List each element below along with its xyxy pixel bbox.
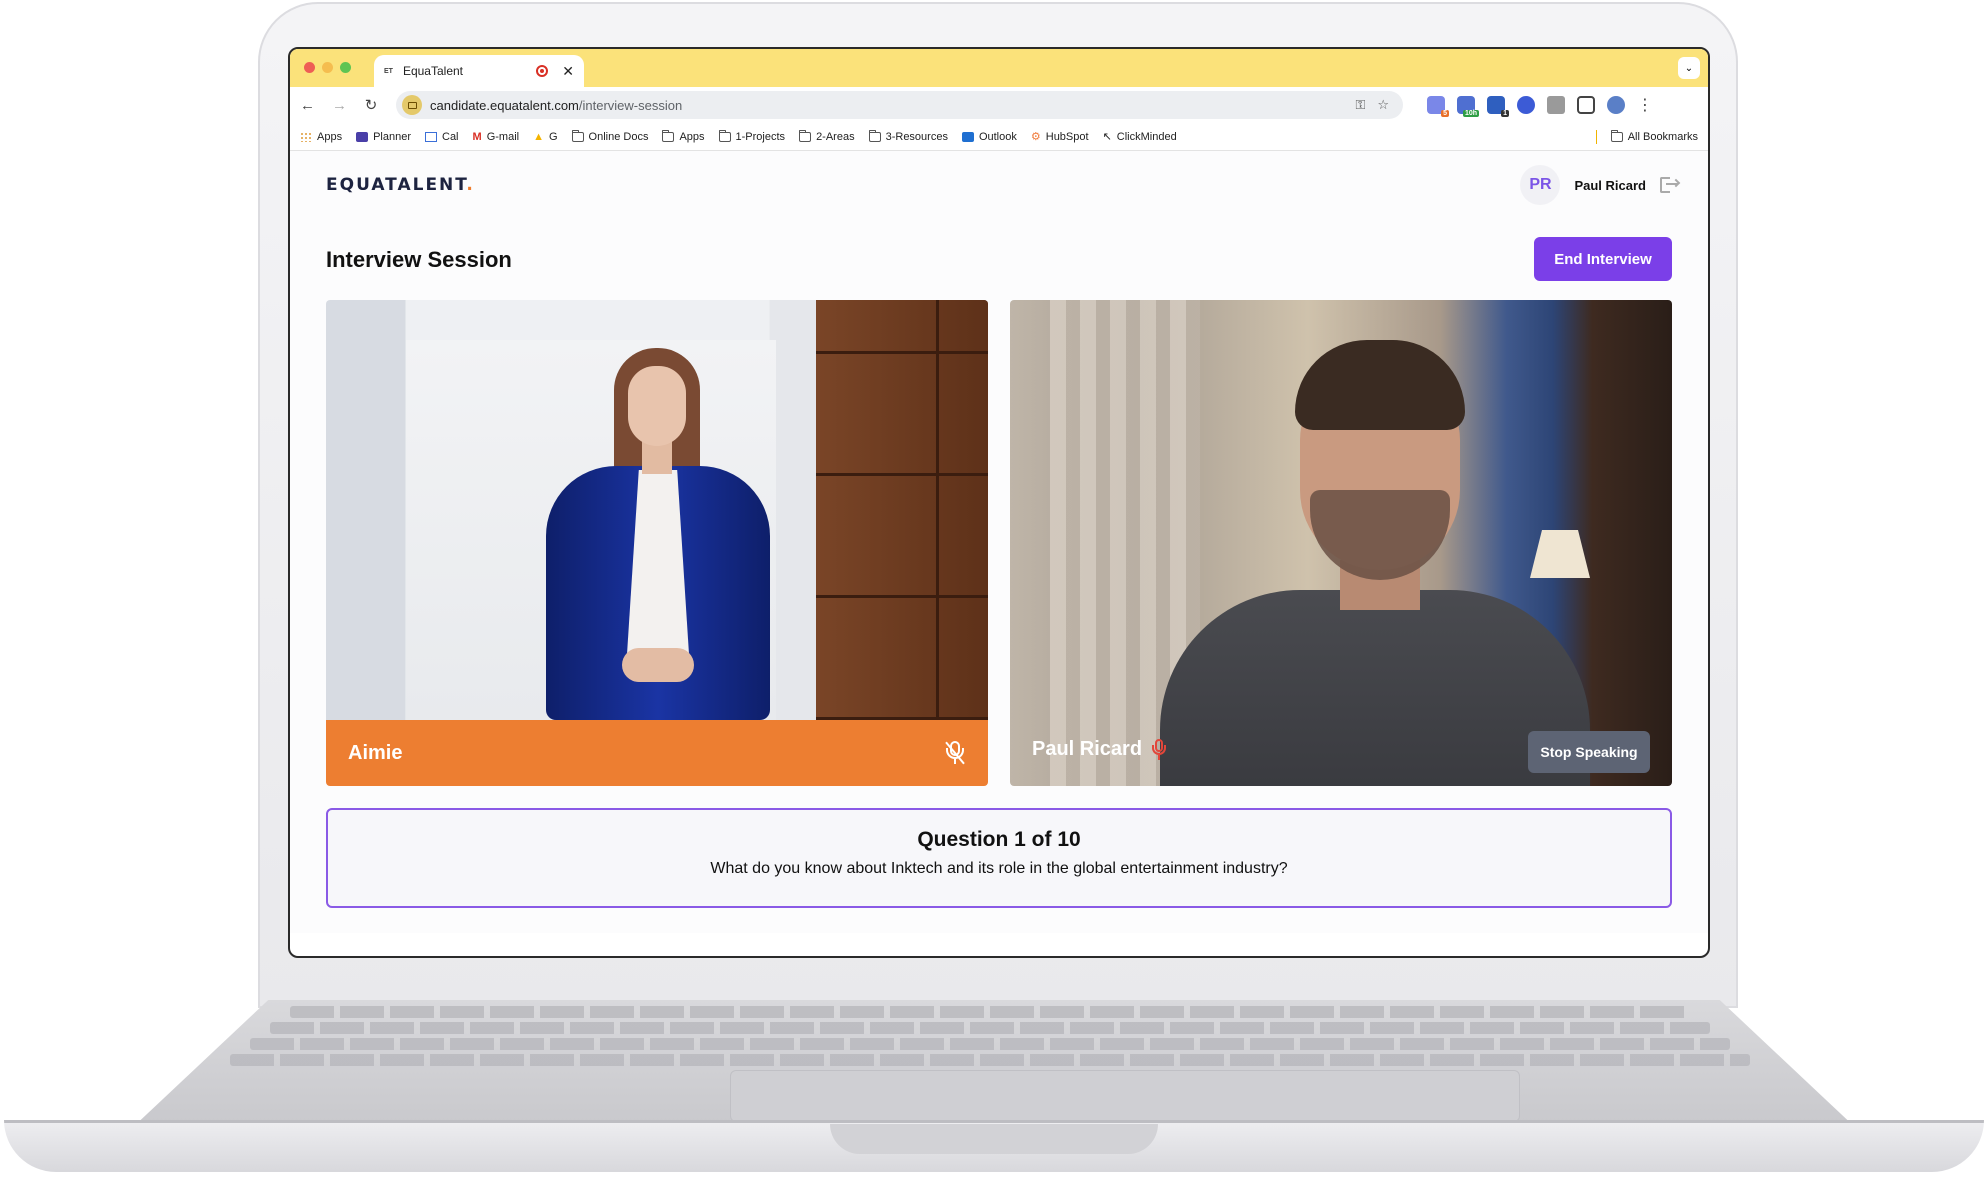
interviewer-name: Aimie: [348, 741, 403, 764]
logout-icon[interactable]: [1660, 177, 1681, 193]
stop-speaking-button[interactable]: Stop Speaking: [1528, 731, 1650, 773]
bookmark-areas[interactable]: 2-Areas: [799, 129, 855, 143]
bookmark-apps[interactable]: Apps: [300, 131, 342, 143]
url-domain: candidate.equatalent.com: [430, 97, 579, 113]
candidate-name: Paul Ricard: [1032, 738, 1143, 760]
extensions-area: 5 10h 1 ⋮: [1427, 95, 1653, 117]
microphone-muted-icon: [944, 741, 966, 765]
tab-strip: ET EquaTalent ✕ ⌄: [290, 49, 1708, 87]
question-text: What do you know about Inktech and its r…: [710, 860, 1288, 877]
address-bar[interactable]: candidate.equatalent.com/interview-sessi…: [396, 91, 1403, 119]
browser-window: ET EquaTalent ✕ ⌄ ← → ↻ candidate.equata…: [288, 47, 1710, 958]
interviewer-avatar-figure: [506, 348, 806, 720]
tab-search-button[interactable]: ⌄: [1678, 57, 1700, 79]
calendar-icon: [425, 131, 437, 142]
reload-icon[interactable]: ↻: [364, 96, 378, 114]
bookmark-projects[interactable]: 1-Projects: [718, 129, 785, 143]
candidate-figure: [1160, 340, 1590, 786]
camera-extension-icon[interactable]: [1547, 96, 1565, 114]
folder-icon: [799, 129, 812, 142]
folder-icon: [571, 129, 584, 142]
interview-app: EQUATALENT. PR Paul Ricard Interview Ses…: [290, 151, 1708, 933]
camera-in-use-icon[interactable]: [402, 95, 422, 115]
minimize-window-button[interactable]: [322, 62, 333, 73]
back-icon[interactable]: ←: [300, 97, 315, 114]
key-row: [230, 1054, 1750, 1066]
question-counter: Question 1 of 10: [917, 828, 1081, 851]
bookmark-hubspot[interactable]: ⚙ HubSpot: [1030, 130, 1089, 144]
extension-icon[interactable]: 5: [1427, 96, 1449, 117]
bookmark-resources[interactable]: 3-Resources: [868, 129, 948, 143]
grid-icon: [300, 131, 312, 142]
bookmark-apps-folder[interactable]: Apps: [662, 129, 705, 143]
page-title: Interview Session: [326, 247, 512, 272]
close-window-button[interactable]: [304, 62, 315, 73]
key-row: [290, 1006, 1690, 1018]
interviewer-video-tile: Aimie: [326, 300, 988, 786]
all-bookmarks[interactable]: All Bookmarks: [1610, 129, 1698, 143]
interviewer-name-bar: Aimie: [326, 720, 988, 786]
browser-tab[interactable]: ET EquaTalent ✕: [374, 55, 584, 87]
puzzle-icon[interactable]: [1577, 96, 1595, 114]
outlook-icon: [961, 131, 974, 142]
drive-icon: ▲: [533, 130, 544, 143]
profile-icon[interactable]: [1607, 96, 1625, 114]
recording-icon: [536, 65, 549, 77]
end-interview-button[interactable]: End Interview: [1534, 237, 1672, 281]
laptop-base: [0, 1000, 1988, 1180]
bookmarks-separator: [1595, 129, 1597, 144]
browser-toolbar: ← → ↻ candidate.equatalent.com/interview…: [290, 87, 1708, 123]
bookmark-planner[interactable]: Planner: [356, 131, 411, 143]
close-tab-icon[interactable]: ✕: [562, 63, 574, 80]
bookmark-outlook[interactable]: Outlook: [961, 131, 1017, 143]
extension-icon[interactable]: 1: [1487, 96, 1509, 117]
folder-icon: [1610, 129, 1623, 142]
gmail-icon: M: [472, 130, 482, 143]
candidate-label: Paul Ricard: [1032, 738, 1167, 761]
key-row: [270, 1022, 1710, 1034]
folder-icon: [868, 129, 881, 142]
kebab-menu-icon[interactable]: ⋮: [1637, 95, 1653, 115]
bookmark-clickminded[interactable]: ↖ ClickMinded: [1102, 130, 1177, 144]
bookmark-online-docs[interactable]: Online Docs: [571, 129, 648, 143]
microphone-active-icon: [1152, 738, 1167, 761]
keyboard-deck: [130, 1000, 1858, 1130]
avatar[interactable]: PR: [1520, 165, 1561, 205]
timer-extension-icon[interactable]: 10h: [1457, 96, 1479, 117]
key-row: [250, 1038, 1730, 1050]
bookmark-drive[interactable]: ▲ G: [533, 131, 557, 143]
maximize-window-button[interactable]: [340, 62, 351, 73]
trackpad: [730, 1070, 1520, 1122]
equatalent-logo[interactable]: EQUATALENT.: [326, 175, 475, 195]
url-path: /interview-session: [578, 97, 683, 113]
candidate-video-tile: Paul Ricard Stop Speaking: [1010, 300, 1672, 786]
forward-icon[interactable]: →: [332, 97, 347, 114]
tab-title: EquaTalent: [402, 64, 463, 78]
bookmark-gmail[interactable]: M G-mail: [473, 131, 520, 143]
cursor-icon: ↖: [1102, 131, 1112, 143]
user-menu: PR Paul Ricard: [1520, 165, 1681, 205]
planner-icon: [356, 131, 369, 142]
extension-icon[interactable]: [1517, 96, 1535, 114]
bookmarks-bar: Apps Planner Cal M G-mail ▲ G Online Docs …: [290, 123, 1708, 151]
laptop-notch: [830, 1124, 1158, 1154]
password-key-icon[interactable]: ⚿: [1355, 97, 1365, 113]
tab-favicon: ET: [384, 67, 393, 75]
question-card: Question 1 of 10 What do you know about …: [326, 808, 1672, 908]
interviewer-video-feed: [326, 300, 988, 720]
hubspot-icon: ⚙: [1030, 131, 1041, 143]
folder-icon: [718, 129, 731, 142]
user-name: Paul Ricard: [1574, 177, 1646, 193]
bookmark-star-icon[interactable]: ☆: [1377, 97, 1389, 113]
candidate-video-feed: [1010, 300, 1672, 786]
bookmark-cal[interactable]: Cal: [425, 131, 459, 143]
folder-icon: [662, 129, 675, 142]
